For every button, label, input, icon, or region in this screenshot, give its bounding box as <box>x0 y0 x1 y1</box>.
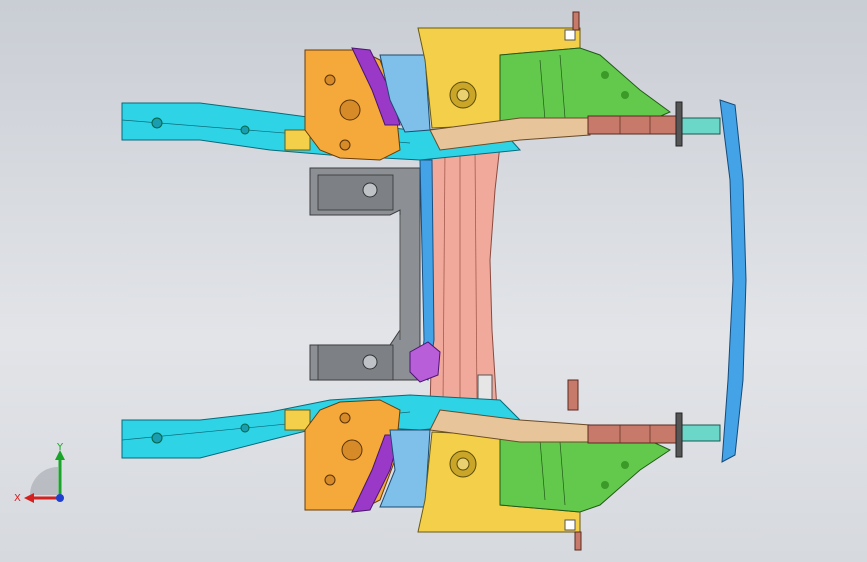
lower-green-panel <box>499 434 672 513</box>
bracket-small <box>567 379 579 411</box>
lower-crash-plate <box>675 412 683 458</box>
upper-crash-plate <box>675 101 683 147</box>
upper-crash-box <box>679 117 721 135</box>
lower-front-rail <box>587 424 681 444</box>
coordinate-triad: Y X <box>14 442 65 504</box>
y-axis-label: Y <box>56 442 64 453</box>
car-frame-assembly <box>121 11 747 551</box>
lower-crash-box <box>679 424 721 442</box>
upper-front-rail <box>587 115 681 135</box>
lower-tab <box>574 531 582 551</box>
upper-green-panel <box>499 47 671 126</box>
front-bumper-beam <box>719 99 747 463</box>
cad-viewport[interactable]: Y X <box>0 0 867 562</box>
x-axis-label: X <box>14 493 21 504</box>
center-crossmember <box>309 167 421 381</box>
upper-tab <box>572 11 580 31</box>
